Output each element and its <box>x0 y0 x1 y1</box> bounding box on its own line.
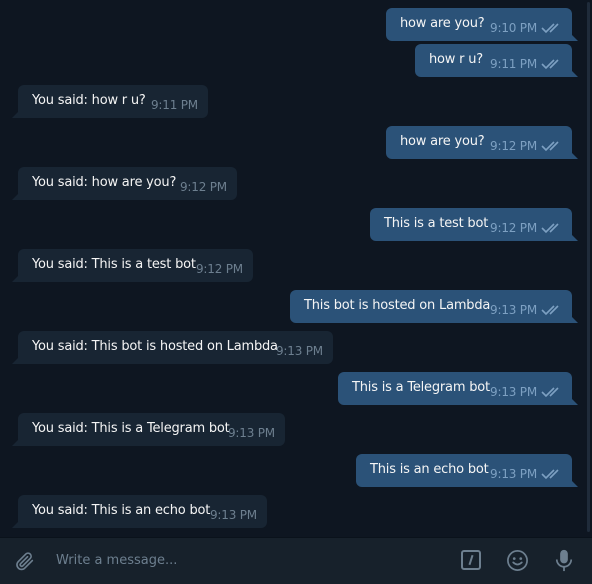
message-incoming[interactable]: You said: This is a Telegram bot 9:13 PM <box>12 413 285 446</box>
double-check-icon <box>541 305 559 316</box>
message-time: 9:12 PM <box>490 139 537 153</box>
message-time: 9:13 PM <box>490 467 537 481</box>
double-check-icon <box>541 387 559 398</box>
message-text: You said: how r u? <box>32 93 146 108</box>
message-outgoing[interactable]: This bot is hosted on Lambda 9:13 PM <box>290 290 578 323</box>
bot-commands-icon[interactable] <box>461 550 481 570</box>
message-time: 9:13 PM <box>490 303 537 317</box>
message-text: how r u? <box>429 52 483 67</box>
message-text: You said: This is a Telegram bot <box>32 421 230 436</box>
message-incoming[interactable]: You said: This is a test bot 9:12 PM <box>12 249 253 282</box>
message-outgoing[interactable]: This is a Telegram bot 9:13 PM <box>338 372 578 405</box>
message-outgoing[interactable]: how are you? 9:10 PM <box>386 8 578 41</box>
message-incoming[interactable]: You said: This bot is hosted on Lambda 9… <box>12 331 333 364</box>
message-time: 9:11 PM <box>151 98 198 112</box>
double-check-icon <box>541 59 559 70</box>
emoji-icon[interactable] <box>506 549 529 572</box>
message-text: You said: This bot is hosted on Lambda <box>32 339 278 354</box>
message-text: how are you? <box>400 16 485 31</box>
message-time: 9:11 PM <box>490 57 537 71</box>
message-time: 9:10 PM <box>490 21 537 35</box>
message-time: 9:12 PM <box>490 221 537 235</box>
message-incoming[interactable]: You said: how are you? 9:12 PM <box>12 167 237 200</box>
message-list[interactable]: how are you? 9:10 PM how r u? 9:11 PM Yo… <box>0 0 592 538</box>
message-text: You said: how are you? <box>32 175 177 190</box>
message-time: 9:12 PM <box>180 180 227 194</box>
message-composer: Write a message... <box>0 537 592 584</box>
double-check-icon <box>541 223 559 234</box>
message-time: 9:12 PM <box>196 262 243 276</box>
message-text: This is an echo bot <box>370 462 489 477</box>
message-time: 9:13 PM <box>210 508 257 522</box>
message-text: This is a Telegram bot <box>352 380 490 395</box>
message-outgoing[interactable]: how are you? 9:12 PM <box>386 126 578 159</box>
message-input[interactable]: Write a message... <box>56 553 177 568</box>
message-time: 9:13 PM <box>490 385 537 399</box>
message-incoming[interactable]: You said: This is an echo bot 9:13 PM <box>12 495 267 528</box>
double-check-icon <box>541 469 559 480</box>
message-outgoing[interactable]: This is a test bot 9:12 PM <box>370 208 578 241</box>
double-check-icon <box>541 23 559 34</box>
message-outgoing[interactable]: how r u? 9:11 PM <box>415 44 578 77</box>
message-text: You said: This is a test bot <box>32 257 196 272</box>
message-outgoing[interactable]: This is an echo bot 9:13 PM <box>356 454 578 487</box>
message-time: 9:13 PM <box>228 426 275 440</box>
message-time: 9:13 PM <box>276 344 323 358</box>
message-incoming[interactable]: You said: how r u? 9:11 PM <box>12 85 208 118</box>
message-text: You said: This is an echo bot <box>32 503 211 518</box>
message-text: This is a test bot <box>384 216 489 231</box>
message-text: This bot is hosted on Lambda <box>304 298 491 313</box>
double-check-icon <box>541 141 559 152</box>
paperclip-icon[interactable] <box>14 550 36 572</box>
chat-scrollbar[interactable] <box>587 2 590 532</box>
microphone-icon[interactable] <box>553 548 575 573</box>
message-text: how are you? <box>400 134 485 149</box>
